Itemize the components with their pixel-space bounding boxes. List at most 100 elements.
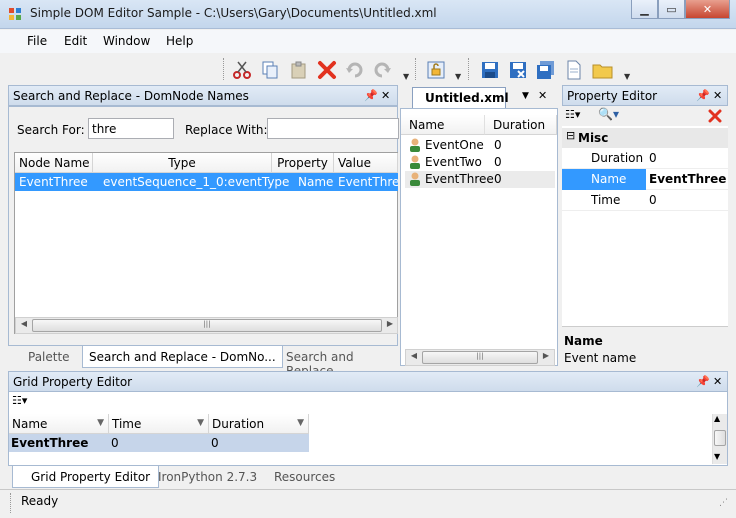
tab-grid-property-editor[interactable]: Grid Property Editor	[12, 466, 160, 488]
toolbar-grip[interactable]	[415, 58, 418, 80]
tab-menu-icon[interactable]: ▼	[522, 91, 529, 101]
search-panel-title: Search and Replace - DomNode Names	[13, 89, 249, 103]
scroll-left-icon[interactable]: ◀	[17, 319, 31, 332]
column-header-name[interactable]: Name	[401, 115, 485, 135]
list-view-icon[interactable]: ☷▾	[12, 394, 27, 407]
tab-untitled-xml[interactable]: Untitled.xml	[412, 87, 509, 109]
close-icon[interactable]: ✕	[713, 89, 722, 102]
toolbar-overflow-icon[interactable]: ▼	[455, 72, 461, 81]
redo-icon[interactable]	[370, 58, 394, 82]
tab-search-replace[interactable]: Search and Replace	[280, 346, 398, 378]
cut-icon[interactable]	[230, 58, 254, 82]
column-header-duration[interactable]: Duration	[485, 115, 557, 135]
maximize-button[interactable]: ▭	[658, 0, 685, 19]
delete-icon[interactable]	[315, 58, 339, 82]
scroll-thumb[interactable]: |||	[422, 351, 538, 364]
vertical-scrollbar[interactable]: ▲ ▼	[712, 414, 727, 464]
scroll-up-icon[interactable]: ▲	[714, 414, 720, 423]
search-input[interactable]	[88, 118, 174, 139]
property-row[interactable]: Time 0	[562, 190, 728, 211]
search-icon[interactable]: 🔍▾	[598, 107, 619, 121]
tab-palette[interactable]: Palette	[22, 346, 76, 368]
grid-editor-header: Grid Property Editor 📌 ✕	[8, 371, 728, 392]
replace-input[interactable]	[267, 118, 399, 139]
menu-file[interactable]: File	[27, 34, 47, 48]
column-header-type[interactable]: Type	[93, 153, 272, 173]
scroll-thumb[interactable]	[714, 430, 726, 446]
new-document-icon[interactable]	[562, 58, 586, 82]
toolbar-overflow-icon[interactable]: ▼	[624, 72, 630, 81]
save-close-icon[interactable]	[506, 58, 530, 82]
bottom-panel-tabs: Grid Property Editor IronPython 2.7.3 Re…	[8, 466, 728, 488]
toolbar-grip[interactable]	[468, 58, 471, 80]
column-header-node-name[interactable]: Node Name	[15, 153, 93, 173]
open-folder-icon[interactable]	[591, 58, 615, 82]
grid-editor-panel: ☷▾ Name ▼ Time ▼ Duration ▼ EventThree 0…	[8, 392, 728, 466]
table-row[interactable]: EventThree 0 0	[9, 434, 309, 452]
property-value[interactable]: EventThree	[649, 172, 726, 186]
close-icon[interactable]: ✕	[538, 89, 547, 102]
paste-icon[interactable]	[287, 58, 311, 82]
toolbar-overflow-icon[interactable]: ▼	[403, 72, 409, 81]
pin-icon[interactable]: 📌	[696, 89, 710, 102]
collapse-icon[interactable]: ⊟	[566, 129, 575, 142]
column-header-duration[interactable]: Duration ▼	[209, 414, 309, 434]
save-all-icon[interactable]	[534, 58, 558, 82]
event-name: EventTwo	[425, 155, 482, 169]
undo-icon[interactable]	[343, 58, 367, 82]
toolbar-grip[interactable]	[223, 58, 226, 80]
property-name: Duration	[591, 151, 644, 165]
tab-resources[interactable]: Resources	[268, 466, 341, 488]
menu-bar: File Edit Window Help	[0, 30, 736, 53]
minimize-button[interactable]: ▁	[631, 0, 658, 19]
scroll-down-icon[interactable]: ▼	[714, 452, 720, 461]
event-duration: 0	[494, 138, 502, 152]
property-row[interactable]: Name EventThree	[562, 169, 728, 190]
tab-search-replace-domnode[interactable]: Search and Replace - DomNo...	[82, 346, 283, 368]
close-button[interactable]: ✕	[685, 0, 730, 19]
lock-icon[interactable]	[424, 58, 448, 82]
property-row[interactable]: Duration 0	[562, 148, 728, 169]
results-grid: Node Name Type Property Value EventThree…	[14, 152, 398, 334]
event-duration: 0	[494, 172, 502, 186]
scroll-right-icon[interactable]: ▶	[383, 319, 397, 332]
event-icon	[410, 172, 420, 186]
dropdown-arrow-icon[interactable]: ▼	[297, 418, 304, 428]
horizontal-scrollbar[interactable]: ◀ ||| ▶	[15, 317, 398, 334]
resize-grip-icon[interactable]: ⋰	[719, 498, 728, 508]
menu-window[interactable]: Window	[103, 34, 150, 48]
copy-icon[interactable]	[258, 58, 282, 82]
scroll-thumb[interactable]: |||	[32, 319, 382, 332]
search-panel: Search For: Replace With: Node Name Type…	[8, 106, 399, 346]
menu-edit[interactable]: Edit	[64, 34, 87, 48]
category-misc[interactable]: ⊟ Misc	[562, 128, 728, 148]
scroll-right-icon[interactable]: ▶	[539, 351, 553, 364]
column-header-time[interactable]: Time ▼	[109, 414, 209, 434]
property-editor-toolbar: ☷▾ 🔍▾	[562, 106, 728, 126]
list-item[interactable]: EventTwo 0	[405, 154, 555, 171]
scroll-left-icon[interactable]: ◀	[407, 351, 421, 364]
column-header-property[interactable]: Property	[272, 153, 334, 173]
list-item[interactable]: EventThree 0	[405, 171, 555, 188]
save-icon[interactable]	[478, 58, 502, 82]
row-type: eventSequence_1_0:eventType	[103, 175, 290, 189]
close-icon[interactable]: ✕	[713, 375, 722, 388]
menu-help[interactable]: Help	[166, 34, 193, 48]
list-view-icon[interactable]: ☷▾	[565, 108, 580, 121]
status-grip	[10, 493, 13, 513]
title-bar: Simple DOM Editor Sample - C:\Users\Gary…	[0, 0, 736, 29]
dropdown-arrow-icon[interactable]: ▼	[97, 418, 104, 428]
pin-icon[interactable]: 📌	[696, 375, 710, 388]
horizontal-scrollbar[interactable]: ◀ ||| ▶	[405, 349, 555, 366]
property-name: Time	[591, 193, 621, 207]
dropdown-arrow-icon[interactable]: ▼	[197, 418, 204, 428]
description-title: Name	[564, 334, 603, 348]
table-row[interactable]: EventThree eventSequence_1_0:eventType N…	[15, 173, 398, 191]
close-icon[interactable]: ✕	[381, 89, 390, 102]
tab-ironpython[interactable]: IronPython 2.7.3	[152, 466, 263, 488]
column-header-name[interactable]: Name ▼	[9, 414, 109, 434]
delete-icon[interactable]	[708, 109, 722, 123]
column-header-value[interactable]: Value	[334, 153, 398, 173]
list-item[interactable]: EventOne 0	[405, 137, 555, 154]
pin-icon[interactable]: 📌	[364, 89, 378, 102]
